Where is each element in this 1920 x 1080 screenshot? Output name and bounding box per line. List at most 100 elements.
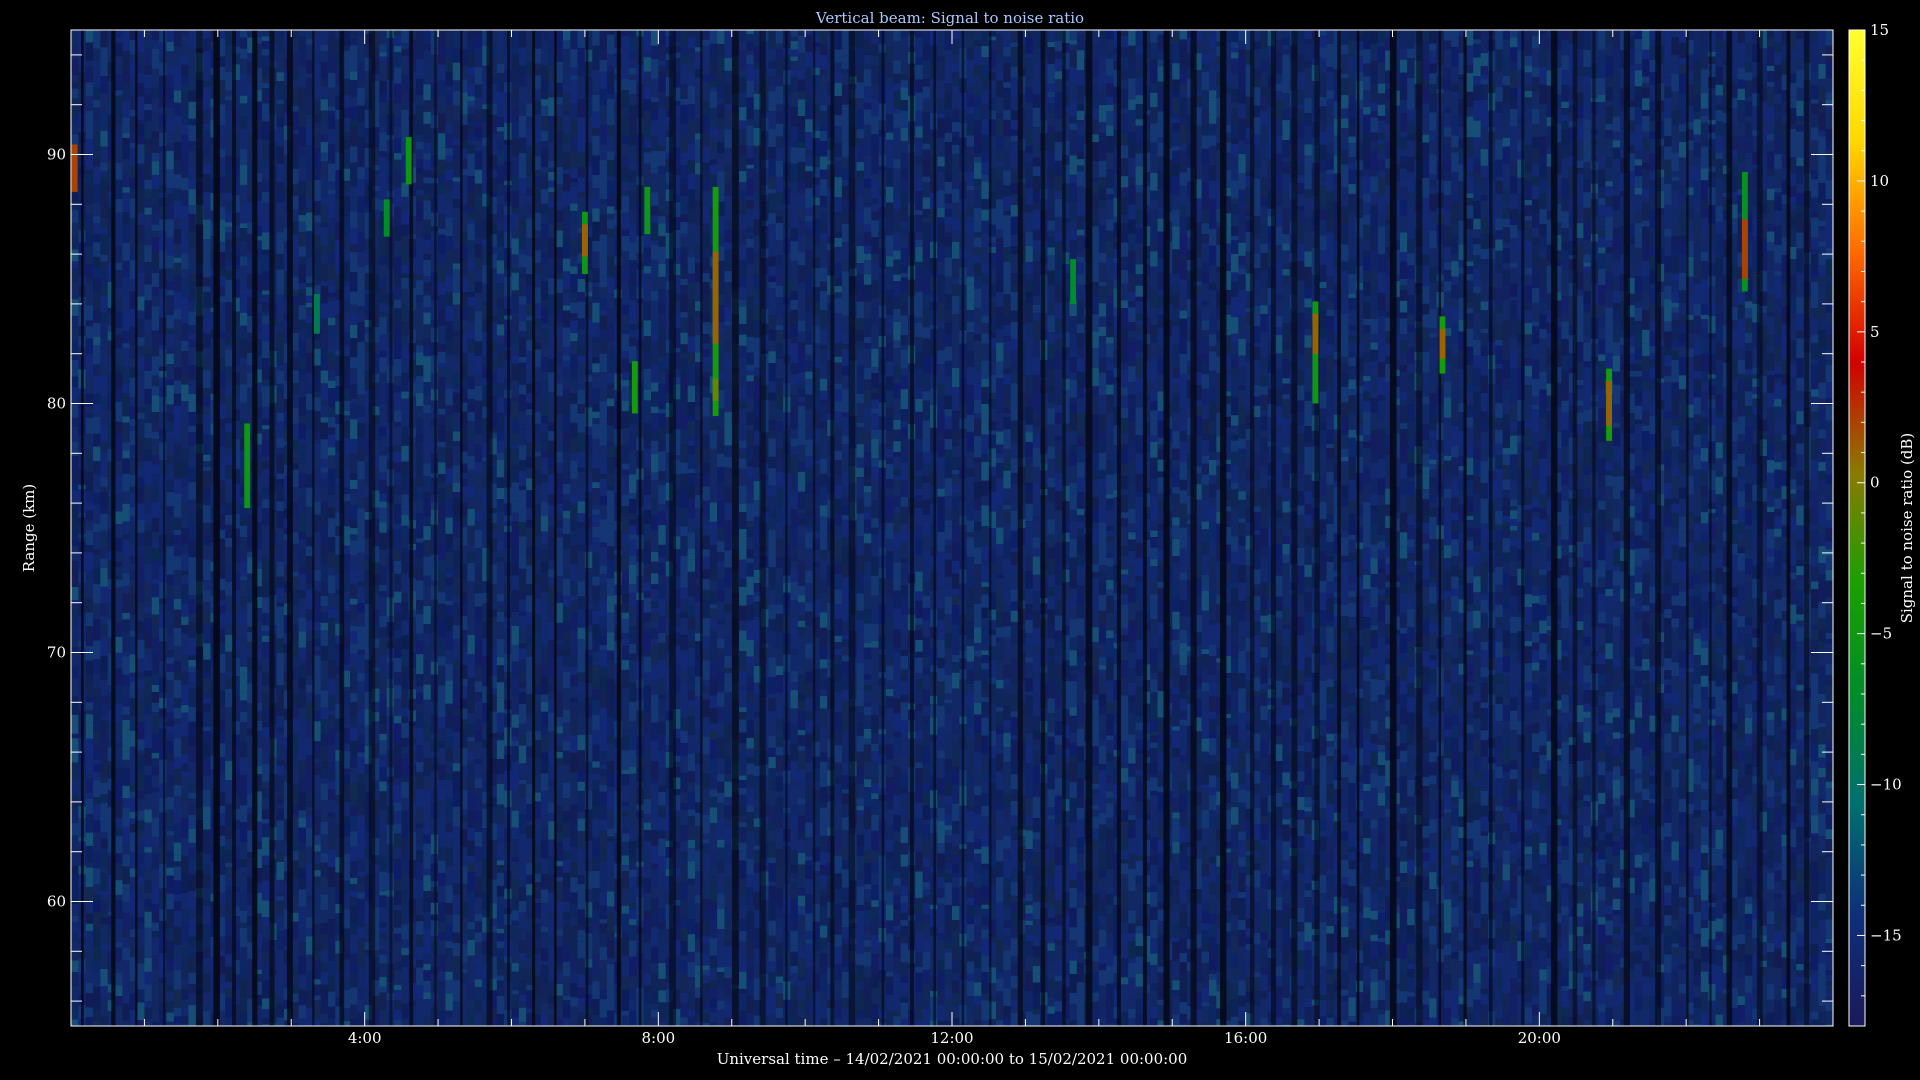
noise-cell — [100, 530, 109, 548]
noise-cell — [423, 643, 432, 661]
noise-cell — [137, 30, 145, 38]
noise-cell — [379, 44, 388, 53]
noise-cell — [379, 666, 388, 679]
noise-cell — [225, 1017, 233, 1026]
noise-cell — [173, 880, 182, 895]
noise-cell — [379, 532, 388, 550]
noise-cell — [474, 1022, 483, 1026]
noise-cell — [166, 835, 175, 852]
noise-cell — [239, 138, 248, 150]
noise-cell — [261, 396, 270, 407]
noise-cell — [320, 744, 329, 762]
noise-cell — [239, 700, 248, 712]
noise-cell — [467, 321, 476, 331]
noise-cell — [379, 693, 388, 701]
noise-cell — [313, 916, 322, 925]
noise-cell — [85, 938, 94, 953]
noise-cell — [85, 571, 94, 581]
noise-cell — [349, 631, 358, 644]
noise-cell — [137, 688, 145, 695]
noise-cell — [93, 759, 101, 764]
noise-cell — [71, 359, 79, 369]
noise-cell — [100, 703, 109, 717]
noise-cell — [379, 654, 388, 667]
noise-cell — [276, 862, 285, 880]
noise-cell — [357, 957, 366, 969]
noise-cell — [100, 900, 109, 914]
noise-cell — [122, 100, 131, 118]
noise-cell — [115, 56, 123, 75]
noise-cell — [122, 393, 131, 398]
noise-cell — [327, 72, 336, 88]
noise-cell — [320, 563, 329, 584]
noise-cell — [298, 514, 307, 532]
noise-cell — [166, 290, 175, 296]
noise-cell — [379, 183, 388, 201]
noise-cell — [438, 620, 446, 638]
noise-cell — [159, 603, 167, 613]
noise-cell — [496, 298, 505, 309]
noise-cell — [166, 143, 175, 151]
noise-cell — [452, 569, 461, 578]
noise-cell — [474, 764, 483, 779]
noise-cell — [100, 558, 109, 569]
noise-cell — [313, 484, 322, 502]
noise-cell — [357, 569, 366, 582]
noise-cell — [188, 457, 197, 468]
noise-cell — [467, 113, 476, 121]
noise-cell — [401, 573, 410, 594]
noise-cell — [298, 232, 307, 247]
noise-cell — [357, 341, 366, 349]
noise-cell — [225, 651, 233, 672]
noise-cell — [93, 659, 101, 674]
noise-cell — [151, 560, 160, 579]
noise-cell — [93, 158, 101, 167]
noise-cell — [85, 845, 94, 863]
noise-cell — [144, 695, 153, 707]
noise-cell — [438, 441, 446, 448]
noise-cell — [166, 201, 175, 220]
noise-cell — [357, 912, 366, 928]
noise-cell — [225, 160, 233, 170]
noise-cell — [166, 219, 175, 238]
noise-cell — [100, 441, 109, 453]
noise-cell — [379, 426, 388, 436]
noise-cell — [276, 72, 285, 82]
noise-cell — [188, 918, 197, 928]
noise-cell — [151, 272, 160, 287]
noise-cell — [379, 596, 388, 616]
noise-cell — [320, 622, 329, 631]
noise-cell — [327, 163, 336, 182]
noise-cell — [467, 297, 476, 307]
noise-cell — [239, 58, 248, 74]
noise-cell — [438, 213, 446, 229]
noise-cell — [151, 999, 160, 1012]
noise-cell — [188, 47, 197, 62]
noise-cell — [173, 115, 182, 125]
noise-cell — [438, 462, 446, 475]
noise-cell — [71, 808, 79, 824]
noise-cell — [173, 309, 182, 320]
noise-cell — [349, 291, 358, 305]
noise-cell — [496, 601, 505, 607]
noise-cell — [423, 868, 432, 876]
noise-cell — [188, 90, 197, 102]
noise-cell — [467, 191, 476, 209]
noise-cell — [276, 310, 285, 324]
noise-cell — [313, 99, 322, 115]
noise-cell — [261, 324, 270, 342]
noise-cell — [122, 884, 131, 902]
noise-cell — [151, 224, 160, 232]
noise-cell — [438, 728, 446, 742]
noise-cell — [239, 537, 248, 554]
noise-cell — [401, 996, 410, 1004]
noise-cell — [349, 625, 358, 632]
noise-cell — [394, 1000, 402, 1010]
noise-cell — [151, 637, 160, 655]
noise-cell — [401, 797, 410, 811]
noise-cell — [474, 511, 483, 522]
noise-cell — [115, 652, 123, 669]
noise-cell — [467, 291, 476, 298]
noise-cell — [327, 695, 336, 711]
noise-cell — [173, 141, 182, 161]
